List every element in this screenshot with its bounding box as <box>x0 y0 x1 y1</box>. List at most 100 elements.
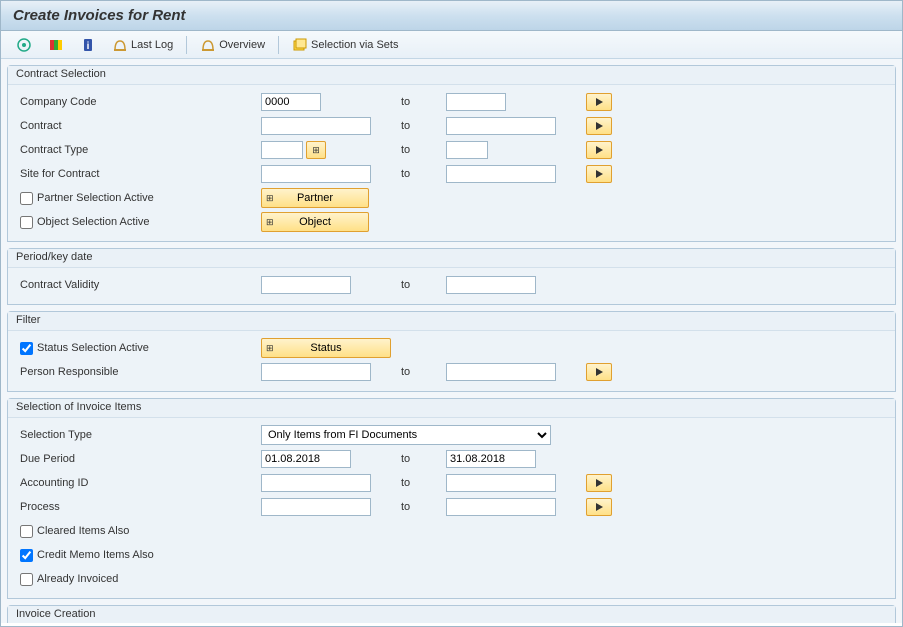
process-label: Process <box>16 501 261 513</box>
expand-icon: ⊞ <box>266 217 274 228</box>
status-active-checkbox[interactable] <box>20 342 33 355</box>
last-log-button[interactable]: Last Log <box>105 35 180 55</box>
page-title: Create Invoices for Rent <box>1 1 902 31</box>
to-label: to <box>391 279 446 291</box>
company-code-input[interactable] <box>261 93 321 111</box>
to-label: to <box>391 453 446 465</box>
group-title: Period/key date <box>8 249 895 268</box>
person-resp-label: Person Responsible <box>16 366 261 378</box>
overview-button[interactable]: Overview <box>193 35 272 55</box>
group-title: Invoice Creation <box>8 606 895 623</box>
filter-group: Filter Status Selection Active ⊞Status P… <box>7 311 896 392</box>
arrow-right-icon <box>596 368 603 376</box>
acct-id-to-input[interactable] <box>446 474 556 492</box>
partner-btn-label: Partner <box>297 192 333 204</box>
site-input[interactable] <box>261 165 371 183</box>
info-icon: i <box>80 37 96 53</box>
arrow-right-icon <box>596 170 603 178</box>
already-inv-label: Already Invoiced <box>37 573 118 585</box>
execute-icon <box>16 37 32 53</box>
person-resp-input[interactable] <box>261 363 371 381</box>
contract-type-to-input[interactable] <box>446 141 488 159</box>
overview-label: Overview <box>219 39 265 51</box>
group-title: Selection of Invoice Items <box>8 399 895 418</box>
search-help-icon: ⊞ <box>312 145 320 156</box>
svg-text:i: i <box>87 41 90 52</box>
selection-sets-button[interactable]: Selection via Sets <box>285 35 405 55</box>
contract-type-search-help[interactable]: ⊞ <box>306 141 326 159</box>
object-sel-label: Object Selection Active <box>37 216 150 228</box>
partner-button[interactable]: ⊞ Partner <box>261 188 369 208</box>
contract-type-multi-select[interactable] <box>586 141 612 159</box>
cleared-label: Cleared Items Also <box>37 525 129 537</box>
selection-type-select[interactable]: Only Items from FI Documents <box>261 425 551 445</box>
to-label: to <box>391 96 446 108</box>
to-label: to <box>391 144 446 156</box>
person-resp-multi-select[interactable] <box>586 363 612 381</box>
acct-id-multi-select[interactable] <box>586 474 612 492</box>
period-group: Period/key date Contract Validity to <box>7 248 896 305</box>
to-label: to <box>391 168 446 180</box>
overview-icon <box>200 37 216 53</box>
process-input[interactable] <box>261 498 371 516</box>
site-label: Site for Contract <box>16 168 261 180</box>
site-to-input[interactable] <box>446 165 556 183</box>
selection-sets-label: Selection via Sets <box>311 39 398 51</box>
sel-type-label: Selection Type <box>16 429 261 441</box>
group-title: Filter <box>8 312 895 331</box>
acct-id-label: Accounting ID <box>16 477 261 489</box>
contract-label: Contract <box>16 120 261 132</box>
credit-memo-label: Credit Memo Items Also <box>37 549 154 561</box>
expand-icon: ⊞ <box>266 193 274 204</box>
due-from-input[interactable] <box>261 450 351 468</box>
due-period-label: Due Period <box>16 453 261 465</box>
object-button[interactable]: ⊞ Object <box>261 212 369 232</box>
invoice-items-group: Selection of Invoice Items Selection Typ… <box>7 398 896 599</box>
site-multi-select[interactable] <box>586 165 612 183</box>
validity-to-input[interactable] <box>446 276 536 294</box>
contract-type-input[interactable] <box>261 141 303 159</box>
expand-icon: ⊞ <box>266 343 274 354</box>
execute-button[interactable] <box>9 35 39 55</box>
process-to-input[interactable] <box>446 498 556 516</box>
object-selection-checkbox[interactable] <box>20 216 33 229</box>
to-label: to <box>391 366 446 378</box>
variant-icon <box>48 37 64 53</box>
process-multi-select[interactable] <box>586 498 612 516</box>
due-to-input[interactable] <box>446 450 536 468</box>
credit-memo-checkbox[interactable] <box>20 549 33 562</box>
company-code-to-input[interactable] <box>446 93 506 111</box>
object-btn-label: Object <box>299 216 331 228</box>
contract-multi-select[interactable] <box>586 117 612 135</box>
acct-id-input[interactable] <box>261 474 371 492</box>
last-log-label: Last Log <box>131 39 173 51</box>
arrow-right-icon <box>596 122 603 130</box>
validity-from-input[interactable] <box>261 276 351 294</box>
content-area: Contract Selection Company Code to Contr… <box>1 59 902 623</box>
to-label: to <box>391 477 446 489</box>
to-label: to <box>391 501 446 513</box>
log-icon <box>112 37 128 53</box>
separator <box>186 36 187 54</box>
sets-icon <box>292 37 308 53</box>
partner-selection-checkbox[interactable] <box>20 192 33 205</box>
application-toolbar: i Last Log Overview Selection via Sets <box>1 31 902 59</box>
arrow-right-icon <box>596 503 603 511</box>
contract-selection-group: Contract Selection Company Code to Contr… <box>7 65 896 242</box>
already-invoiced-checkbox[interactable] <box>20 573 33 586</box>
company-code-multi-select[interactable] <box>586 93 612 111</box>
validity-label: Contract Validity <box>16 279 261 291</box>
arrow-right-icon <box>596 98 603 106</box>
separator <box>278 36 279 54</box>
contract-to-input[interactable] <box>446 117 556 135</box>
variant-button[interactable] <box>41 35 71 55</box>
cleared-items-checkbox[interactable] <box>20 525 33 538</box>
to-label: to <box>391 120 446 132</box>
contract-type-label: Contract Type <box>16 144 261 156</box>
info-button[interactable]: i <box>73 35 103 55</box>
arrow-right-icon <box>596 146 603 154</box>
status-button[interactable]: ⊞Status <box>261 338 391 358</box>
contract-input[interactable] <box>261 117 371 135</box>
invoice-creation-group: Invoice Creation <box>7 605 896 623</box>
person-resp-to-input[interactable] <box>446 363 556 381</box>
